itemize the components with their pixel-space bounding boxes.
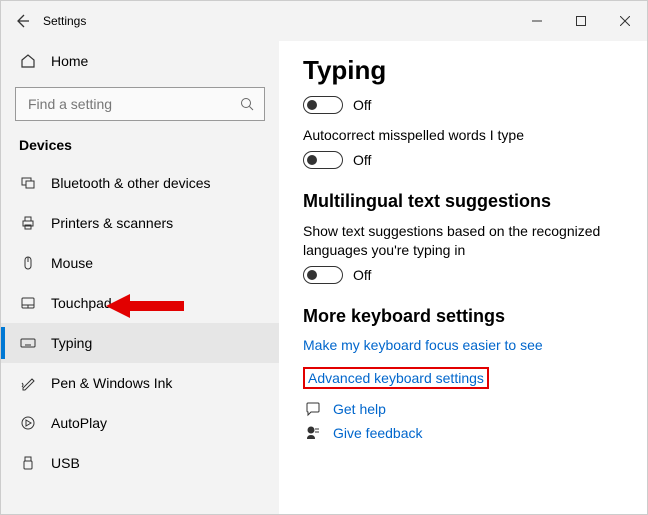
toggle-1[interactable] <box>303 96 343 114</box>
search-input[interactable] <box>15 87 265 121</box>
link-advanced-keyboard[interactable]: Advanced keyboard settings <box>303 367 489 389</box>
sidebar-home[interactable]: Home <box>1 41 279 81</box>
multilingual-desc: Show text suggestions based on the recog… <box>303 222 623 260</box>
sidebar-item-label: AutoPlay <box>51 415 107 431</box>
printer-icon <box>19 215 37 231</box>
sidebar-item-label: Touchpad <box>51 295 112 311</box>
toggle-autocorrect-state: Off <box>353 152 371 168</box>
toggle-multilingual[interactable] <box>303 266 343 284</box>
link-keyboard-focus[interactable]: Make my keyboard focus easier to see <box>303 337 543 353</box>
autocorrect-label: Autocorrect misspelled words I type <box>303 126 623 145</box>
window-title: Settings <box>43 14 86 28</box>
pen-icon <box>19 375 37 391</box>
sidebar-item-label: Mouse <box>51 255 93 271</box>
sidebar-item-typing[interactable]: Typing <box>1 323 279 363</box>
sidebar-item-label: USB <box>51 455 80 471</box>
sidebar-item-label: Pen & Windows Ink <box>51 375 172 391</box>
close-button[interactable] <box>603 6 647 36</box>
home-label: Home <box>51 53 88 69</box>
sidebar-item-label: Printers & scanners <box>51 215 173 231</box>
sidebar-item-mouse[interactable]: Mouse <box>1 243 279 283</box>
feedback-icon <box>303 425 323 441</box>
link-give-feedback[interactable]: Give feedback <box>333 425 423 441</box>
sidebar-item-autoplay[interactable]: AutoPlay <box>1 403 279 443</box>
sidebar-item-pen[interactable]: Pen & Windows Ink <box>1 363 279 403</box>
toggle-multilingual-state: Off <box>353 267 371 283</box>
autoplay-icon <box>19 415 37 431</box>
sidebar-section: Devices <box>1 131 279 163</box>
toggle-1-state: Off <box>353 97 371 113</box>
page-title: Typing <box>303 55 623 86</box>
link-get-help[interactable]: Get help <box>333 401 386 417</box>
more-heading: More keyboard settings <box>303 306 623 327</box>
usb-icon <box>19 455 37 471</box>
sidebar-item-bluetooth[interactable]: Bluetooth & other devices <box>1 163 279 203</box>
devices-icon <box>19 175 37 191</box>
sidebar-item-label: Typing <box>51 335 92 351</box>
mouse-icon <box>19 255 37 271</box>
keyboard-icon <box>19 335 37 351</box>
help-icon <box>303 401 323 417</box>
sidebar-item-usb[interactable]: USB <box>1 443 279 483</box>
content-pane: Typing Off Autocorrect misspelled words … <box>279 41 647 514</box>
back-button[interactable] <box>1 1 43 41</box>
sidebar-item-touchpad[interactable]: Touchpad <box>1 283 279 323</box>
home-icon <box>19 53 37 69</box>
sidebar: Home Devices Bluetooth & other devices P… <box>1 41 279 514</box>
toggle-autocorrect[interactable] <box>303 151 343 169</box>
touchpad-icon <box>19 295 37 311</box>
minimize-button[interactable] <box>515 6 559 36</box>
sidebar-item-label: Bluetooth & other devices <box>51 175 211 191</box>
search-icon <box>240 97 254 111</box>
multilingual-heading: Multilingual text suggestions <box>303 191 623 212</box>
maximize-button[interactable] <box>559 6 603 36</box>
sidebar-item-printers[interactable]: Printers & scanners <box>1 203 279 243</box>
